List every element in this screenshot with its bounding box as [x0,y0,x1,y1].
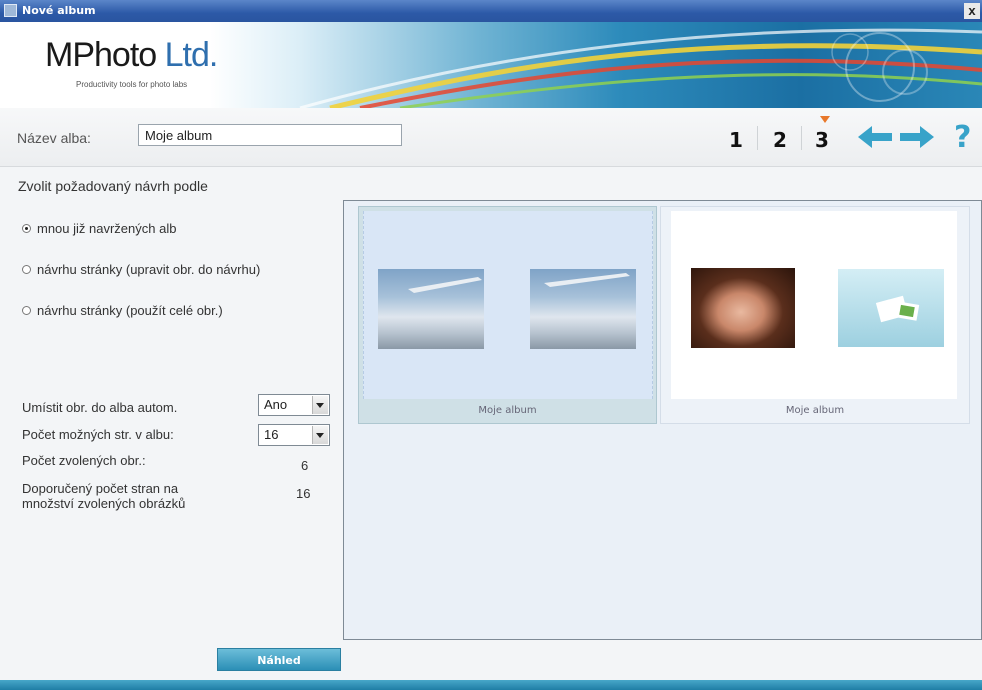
back-arrow-icon[interactable] [858,126,892,148]
chevron-down-icon[interactable] [312,396,328,414]
bottom-accent-bar [0,680,982,690]
album-name-input[interactable] [138,124,402,146]
option-label: návrhu stránky (upravit obr. do návrhu) [37,262,261,277]
step-2[interactable]: 2 [773,128,787,152]
step-1[interactable]: 1 [729,128,743,152]
help-icon[interactable]: ? [954,120,971,155]
album-card-1[interactable]: Moje album [358,206,657,424]
company-logo: MPhoto Ltd. [45,36,218,74]
title-bar: Nové album x [0,0,982,22]
album-page-preview [363,211,653,399]
header-banner: MPhoto Ltd. Productivity tools for photo… [0,22,982,108]
option-page-design-fit[interactable]: návrhu stránky (upravit obr. do návrhu) [22,262,260,277]
wing-graphic [544,273,630,287]
selected-count-value: 6 [301,458,309,473]
logo-tagline: Productivity tools for photo labs [76,80,188,89]
radio-button[interactable] [22,306,31,315]
sky-photo-thumbnail [530,269,636,349]
pages-possible-label: Počet možných str. v albu: [22,427,174,442]
app-icon [4,4,17,17]
recommended-value: 16 [296,486,311,501]
window-title: Nové album [22,4,96,17]
step-divider [757,126,758,150]
auto-place-label: Umístit obr. do alba autom. [22,400,178,415]
option-label: návrhu stránky (použít celé obr.) [37,303,223,318]
radio-button[interactable] [22,224,31,233]
sky-photo-thumbnail [378,269,484,349]
pages-possible-value: 16 [264,427,279,442]
album-card-caption: Moje album [785,405,845,416]
close-button[interactable]: x [964,3,980,19]
auto-place-select[interactable]: Ano [258,394,330,416]
step-divider [801,126,802,150]
recommended-label-line1: Doporučený počet stran na [22,481,179,496]
album-card-caption: Moje album [478,405,537,416]
preview-button[interactable]: Náhled [217,648,341,671]
product-photo-thumbnail [838,269,944,347]
option-label: mnou již navržených alb [37,221,177,236]
album-name-bar: Název alba: 1 2 3 ? [0,108,982,167]
photo-stack-graphic [875,295,920,323]
design-source-title: Zvolit požadovaný návrh podle [18,178,208,194]
recommended-label-line2: množství zvolených obrázků [22,496,186,511]
auto-place-value: Ano [264,397,288,412]
forward-arrow-icon[interactable] [900,126,934,148]
album-name-label: Název alba: [17,130,91,146]
wing-graphic [408,277,482,293]
radio-button[interactable] [22,265,31,274]
pages-possible-select[interactable]: 16 [258,424,330,446]
selected-count-label: Počet zvolených obr.: [22,453,146,468]
album-gallery: Moje album Moje album [343,200,982,640]
chevron-down-icon[interactable] [312,426,328,444]
portrait-photo-thumbnail [691,268,795,348]
step-3[interactable]: 3 [815,128,829,152]
current-step-marker-icon [820,116,830,123]
option-page-design-full[interactable]: návrhu stránky (použít celé obr.) [22,303,223,318]
album-page-preview [671,211,957,399]
album-card-2[interactable]: Moje album [660,206,970,424]
option-my-albums[interactable]: mnou již navržených alb [22,221,176,236]
